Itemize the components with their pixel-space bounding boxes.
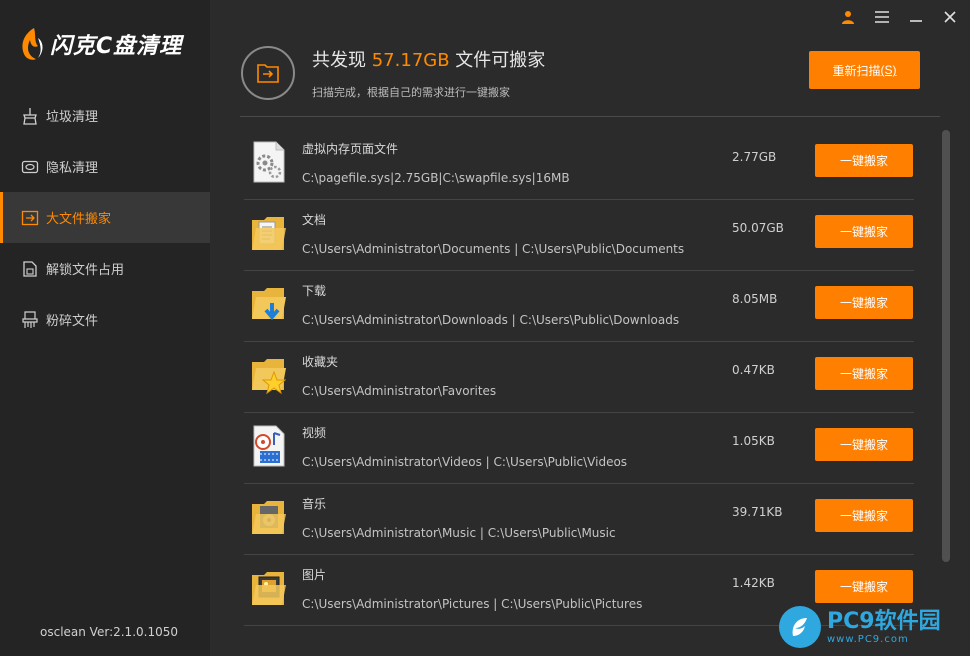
item-path: C:\pagefile.sys|2.75GB|C:\swapfile.sys|1…: [302, 171, 570, 185]
item-path: C:\Users\Administrator\Pictures | C:\Use…: [302, 597, 643, 611]
rescan-label: 重新扫描: [832, 63, 881, 78]
logo-flame-icon: [22, 28, 43, 60]
sidebar: 闪克C盘清理 垃圾清理 隐私清理 大文件搬家 解锁文件占用 粉碎文件 oscle…: [0, 0, 210, 656]
list-item: 下载 C:\Users\Administrator\Downloads | C:…: [244, 271, 914, 342]
move-file-icon: [20, 208, 40, 228]
minimize-icon[interactable]: [906, 8, 926, 26]
watermark-text: PC9软件园 www.PC9.com: [827, 608, 941, 645]
item-name: 虚拟内存页面文件: [302, 142, 399, 156]
sidebar-item-label: 隐私清理: [46, 161, 99, 176]
sidebar-item-large-file-move[interactable]: 大文件搬家: [0, 192, 210, 243]
sidebar-item-junk-clean[interactable]: 垃圾清理: [0, 90, 210, 141]
shredder-icon: [20, 310, 40, 330]
page-subtitle: 扫描完成，根据自己的需求进行一键搬家: [312, 86, 510, 99]
item-size: 2.77GB: [732, 150, 777, 164]
title-total-size: 57.17GB: [371, 50, 450, 71]
page-title: 共发现 57.17GB 文件可搬家: [312, 46, 545, 72]
list-item: 视频 C:\Users\Administrator\Videos | C:\Us…: [244, 413, 914, 484]
app-logo: 闪克C盘清理: [18, 24, 198, 64]
sidebar-item-label: 垃圾清理: [46, 110, 99, 125]
list-item: 文档 C:\Users\Administrator\Documents | C:…: [244, 200, 914, 271]
sidebar-item-unlock-file[interactable]: 解锁文件占用: [0, 243, 210, 294]
item-path: C:\Users\Administrator\Videos | C:\Users…: [302, 455, 628, 469]
sidebar-nav: 垃圾清理 隐私清理 大文件搬家 解锁文件占用 粉碎文件: [0, 90, 210, 345]
list-item: 收藏夹 C:\Users\Administrator\Favorites 0.4…: [244, 342, 914, 413]
watermark-main: PC9软件园: [827, 608, 941, 634]
unlock-icon: [20, 259, 40, 279]
header-divider: [240, 116, 940, 117]
item-size: 8.05MB: [732, 292, 778, 306]
item-size: 1.05KB: [732, 434, 775, 448]
list-scrollbar[interactable]: [942, 130, 950, 562]
item-path: C:\Users\Administrator\Downloads | C:\Us…: [302, 313, 680, 327]
move-button[interactable]: 一键搬家: [815, 499, 913, 532]
item-size: 50.07GB: [732, 221, 784, 235]
gear-file-icon: [253, 141, 285, 183]
window-controls: [838, 8, 960, 26]
close-icon[interactable]: [940, 8, 960, 26]
pictures-folder-icon: [252, 572, 286, 605]
pc9-logo-icon: [779, 606, 821, 648]
item-path: C:\Users\Administrator\Music | C:\Users\…: [302, 526, 616, 540]
item-name: 下载: [302, 284, 327, 298]
sidebar-item-shred-file[interactable]: 粉碎文件: [0, 294, 210, 345]
sidebar-item-label: 粉碎文件: [46, 314, 99, 329]
watermark-sub: www.PC9.com: [827, 633, 909, 645]
item-name: 视频: [302, 426, 327, 440]
sidebar-item-privacy-clean[interactable]: 隐私清理: [0, 141, 210, 192]
rescan-button[interactable]: 重新扫描 (S): [809, 51, 920, 89]
scrollbar-thumb[interactable]: [942, 130, 950, 562]
rescan-shortcut: (S): [880, 63, 897, 77]
item-size: 39.71KB: [732, 505, 783, 519]
downloads-folder-icon: [252, 288, 286, 321]
menu-icon[interactable]: [872, 8, 892, 26]
file-list: 虚拟内存页面文件 C:\pagefile.sys|2.75GB|C:\swapf…: [244, 129, 914, 626]
music-folder-icon: [252, 501, 286, 534]
header-move-icon: [241, 46, 295, 100]
version-label: osclean Ver:2.1.0.1050: [40, 625, 178, 639]
videos-file-icon: [253, 425, 285, 467]
sidebar-item-label: 大文件搬家: [46, 212, 112, 227]
logo-text: 闪克C盘清理: [50, 34, 183, 59]
favorites-folder-icon: [252, 359, 286, 395]
item-name: 文档: [302, 213, 327, 227]
documents-folder-icon: [252, 217, 286, 250]
move-button[interactable]: 一键搬家: [815, 286, 913, 319]
broom-icon: [20, 106, 40, 126]
move-button[interactable]: 一键搬家: [815, 570, 913, 603]
list-item: 虚拟内存页面文件 C:\pagefile.sys|2.75GB|C:\swapf…: [244, 129, 914, 200]
privacy-icon: [20, 157, 40, 177]
move-button[interactable]: 一键搬家: [815, 357, 913, 390]
pc9-watermark: PC9软件园 www.PC9.com: [779, 603, 965, 651]
title-prefix: 共发现: [312, 50, 372, 71]
item-name: 收藏夹: [302, 355, 339, 369]
sidebar-item-label: 解锁文件占用: [46, 263, 125, 278]
item-size: 0.47KB: [732, 363, 775, 377]
item-name: 图片: [302, 568, 327, 582]
item-path: C:\Users\Administrator\Favorites: [302, 384, 497, 398]
user-icon[interactable]: [838, 8, 858, 26]
item-size: 1.42KB: [732, 576, 775, 590]
title-suffix: 文件可搬家: [449, 50, 546, 71]
item-name: 音乐: [302, 497, 327, 511]
list-item: 音乐 C:\Users\Administrator\Music | C:\Use…: [244, 484, 914, 555]
move-button[interactable]: 一键搬家: [815, 215, 913, 248]
item-path: C:\Users\Administrator\Documents | C:\Us…: [302, 242, 685, 256]
move-button[interactable]: 一键搬家: [815, 428, 913, 461]
move-button[interactable]: 一键搬家: [815, 144, 913, 177]
